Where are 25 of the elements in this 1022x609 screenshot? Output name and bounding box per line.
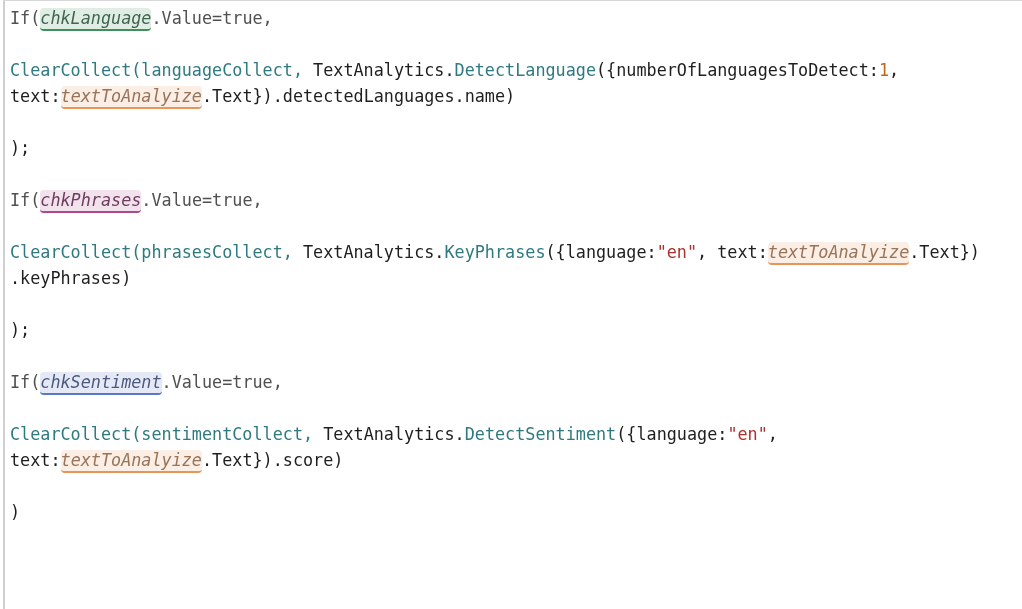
code-text: .Value=true, xyxy=(161,372,283,392)
control-reference: chkLanguage xyxy=(40,8,152,31)
code-text: ClearCollect(phrasesCollect, TextAnalytics.KeyPhrases({language:"en", text: xyxy=(10,242,768,262)
code-text: ) xyxy=(10,502,21,522)
code-text: ClearCollect(sentimentCollect, TextAnalytics.DetectSentiment({language:"en", xyxy=(10,424,778,444)
code-text: If( xyxy=(10,372,41,392)
control-reference: textToAnalyize xyxy=(767,242,910,265)
code-text: ClearCollect(languageCollect, TextAnalytics.DetectLanguage({numberOfLanguagesToDetect:1, xyxy=(10,60,900,80)
code-text: .keyPhrases) xyxy=(10,268,132,288)
code-text: .Text}) xyxy=(909,242,980,262)
code-text: text: xyxy=(10,450,61,470)
code-text: ); xyxy=(10,138,31,158)
code-text: .Value=true, xyxy=(141,190,263,210)
code-text: text: xyxy=(10,86,61,106)
control-reference: textToAnalyize xyxy=(60,86,202,109)
code-editor[interactable] xyxy=(3,0,1022,609)
control-reference: chkSentiment xyxy=(40,372,162,395)
code-text: .Text}).detectedLanguages.name) xyxy=(202,86,516,106)
code-text: .Value=true, xyxy=(151,8,273,28)
code-text: .Text}).score) xyxy=(202,450,344,470)
code-text: ); xyxy=(10,320,31,340)
control-reference: textToAnalyize xyxy=(60,450,202,473)
code-text: If( xyxy=(10,8,41,28)
code-text: If( xyxy=(10,190,41,210)
control-reference: chkPhrases xyxy=(40,190,142,213)
